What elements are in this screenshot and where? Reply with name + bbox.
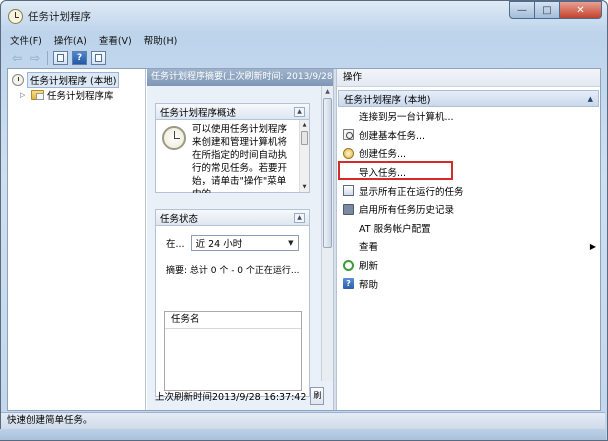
blank-icon <box>343 241 354 252</box>
action-label: 查看 <box>359 242 379 254</box>
summary-header: 任务计划程序摘要(上次刷新时间: 2013/9/28 <box>147 69 333 86</box>
action-label: 创建基本任务... <box>359 130 426 142</box>
overview-title: 任务计划程序概述 <box>160 107 237 119</box>
title-bar: 任务计划程序 <box>8 7 91 25</box>
status-summary: 摘要: 总计 0 个 - 0 个正在运行... <box>166 266 300 276</box>
action-label: 显示所有正在运行的任务 <box>359 186 464 198</box>
show-hide-action-pane-icon[interactable] <box>91 51 106 65</box>
range-row: 在... 近 24 小时 ▼ <box>166 235 299 251</box>
action-at-service-config[interactable]: AT 服务帐户配置 <box>337 219 600 238</box>
tree-item-root[interactable]: 任务计划程序 (本地) <box>8 71 145 88</box>
action-help[interactable]: ? 帮助 <box>337 274 600 293</box>
action-label: 帮助 <box>359 279 379 291</box>
task-status-header[interactable]: 任务状态 ▲ <box>156 210 309 226</box>
overview-section-header[interactable]: 任务计划程序概述 ▲ <box>156 104 309 120</box>
task-status-section: 任务状态 ▲ 在... 近 24 小时 ▼ 摘要: 总计 0 个 - 0 个正在… <box>155 209 310 397</box>
task-status-title: 任务状态 <box>160 213 199 225</box>
console-tree: 任务计划程序 (本地) ▷ 任务计划程序库 <box>8 69 146 410</box>
minimize-button[interactable]: — <box>509 1 535 19</box>
collapse-arrow-icon[interactable]: ▲ <box>294 212 305 223</box>
action-label: 连接到另一台计算机... <box>359 112 454 124</box>
back-arrow-icon[interactable]: ⇦ <box>10 52 24 64</box>
blank-icon <box>343 222 354 233</box>
task-name-column-header[interactable]: 任务名 <box>165 312 301 329</box>
create-basic-task-icon <box>343 129 354 141</box>
clock-icon <box>12 73 24 86</box>
menu-bar: 文件(F) 操作(A) 查看(V) 帮助(H) <box>7 31 601 48</box>
summary-footer: 上次刷新时间2013/9/28 16:37:42 刷 <box>147 382 333 410</box>
tree-item-library[interactable]: ▷ 任务计划程序库 <box>8 87 145 102</box>
tree-item-label: 任务计划程序 (本地) <box>27 71 120 88</box>
clock-icon <box>8 8 23 24</box>
window-controls: — □ ✕ <box>509 1 602 19</box>
actions-group-label: 任务计划程序 (本地) <box>344 94 431 106</box>
time-range-value: 近 24 小时 <box>195 239 243 250</box>
collapse-arrow-icon[interactable]: ▲ <box>588 95 593 103</box>
range-label: 在... <box>166 239 185 250</box>
action-create-task[interactable]: 创建任务... <box>337 144 600 163</box>
submenu-arrow-icon: ▶ <box>589 241 596 251</box>
menu-action[interactable]: 操作(A) <box>54 33 87 47</box>
toolbar: ⇦ ⇨ ? <box>7 49 106 67</box>
task-status-body: 在... 近 24 小时 ▼ 摘要: 总计 0 个 - 0 个正在运行... 任… <box>156 226 309 396</box>
scroll-thumb[interactable] <box>301 131 308 145</box>
action-refresh[interactable]: 刷新 <box>337 256 600 275</box>
time-range-select[interactable]: 近 24 小时 ▼ <box>190 235 299 251</box>
action-show-running-tasks[interactable]: 显示所有正在运行的任务 <box>337 181 600 200</box>
maximize-button[interactable]: □ <box>535 1 560 19</box>
action-label: 创建任务... <box>359 149 407 161</box>
clock-icon <box>162 126 186 150</box>
folder-icon <box>31 89 44 100</box>
help-icon: ? <box>343 278 354 290</box>
task-table[interactable]: 任务名 <box>164 311 302 391</box>
action-connect-computer[interactable]: 连接到另一台计算机... <box>337 107 600 126</box>
toolbar-separator <box>47 51 48 65</box>
overview-text: 可以使用任务计划程序来创建和管理计算机将在所指定的时间自动执行的常见任务。若要开… <box>192 124 288 193</box>
refresh-button[interactable]: 刷 <box>310 387 325 405</box>
menu-help[interactable]: 帮助(H) <box>144 33 178 47</box>
client-area: 任务计划程序 (本地) ▷ 任务计划程序库 任务计划程序摘要(上次刷新时间: 2… <box>7 68 601 411</box>
expand-arrow-icon[interactable]: ▷ <box>20 91 28 99</box>
last-refresh-text: 上次刷新时间2013/9/28 16:37:42 <box>155 392 307 403</box>
refresh-icon <box>343 259 354 271</box>
scroll-thumb[interactable] <box>323 98 332 248</box>
summary-pane: 任务计划程序摘要(上次刷新时间: 2013/9/28 任务计划程序概述 ▲ 可以… <box>147 69 333 410</box>
action-label: 启用所有任务历史记录 <box>359 205 455 217</box>
close-button[interactable]: ✕ <box>560 1 602 19</box>
chevron-down-icon: ▼ <box>288 239 294 247</box>
overview-section: 任务计划程序概述 ▲ 可以使用任务计划程序来创建和管理计算机将在所指定的时间自动… <box>155 103 310 193</box>
menu-file[interactable]: 文件(F) <box>10 33 42 47</box>
actions-list: 连接到另一台计算机... 创建基本任务... 创建任务... 导入任务... 显… <box>337 107 600 293</box>
tree-item-label: 任务计划程序库 <box>47 90 114 102</box>
status-bar: 快速创建简单任务。 <box>1 412 605 429</box>
show-hide-console-tree-icon[interactable] <box>53 51 68 65</box>
scroll-up-icon[interactable]: ▲ <box>322 86 333 97</box>
menu-view[interactable]: 查看(V) <box>99 33 132 47</box>
action-label: 刷新 <box>359 261 379 273</box>
action-view[interactable]: 查看 ▶ <box>337 237 600 256</box>
running-tasks-icon <box>343 185 354 197</box>
scroll-down-icon[interactable]: ▼ <box>300 182 309 192</box>
help-icon[interactable]: ? <box>72 51 87 65</box>
overview-scrollbar[interactable]: ▲ ▼ <box>299 120 309 192</box>
blank-icon <box>343 111 354 122</box>
actions-header: 操作 <box>337 69 600 87</box>
scroll-up-icon[interactable]: ▲ <box>300 120 309 130</box>
actions-group-header[interactable]: 任务计划程序 (本地) ▲ <box>338 90 599 107</box>
history-icon <box>343 203 354 215</box>
action-create-basic-task[interactable]: 创建基本任务... <box>337 126 600 145</box>
action-enable-history[interactable]: 启用所有任务历史记录 <box>337 200 600 219</box>
create-task-icon <box>343 147 354 159</box>
collapse-arrow-icon[interactable]: ▲ <box>294 106 305 117</box>
overview-body: 可以使用任务计划程序来创建和管理计算机将在所指定的时间自动执行的常见任务。若要开… <box>156 120 309 193</box>
window-bottom-edge <box>0 429 606 440</box>
window-title: 任务计划程序 <box>28 10 91 23</box>
actions-pane: 操作 任务计划程序 (本地) ▲ 连接到另一台计算机... 创建基本任务... … <box>337 69 600 410</box>
forward-arrow-icon[interactable]: ⇨ <box>28 52 42 64</box>
action-label: AT 服务帐户配置 <box>359 223 431 235</box>
summary-scrollbar[interactable]: ▲ <box>321 86 333 381</box>
highlight-box <box>338 161 453 180</box>
